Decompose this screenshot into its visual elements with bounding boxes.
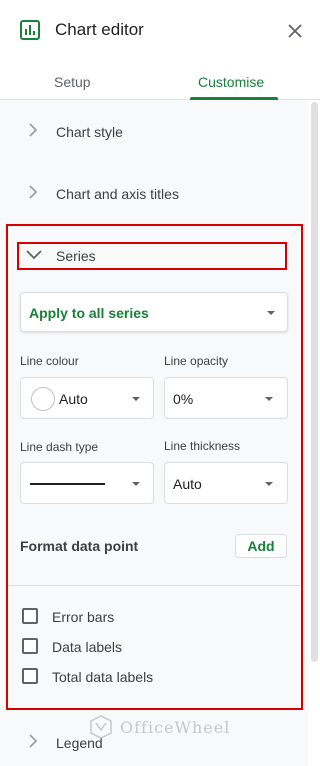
section-label: Chart and axis titles — [56, 186, 179, 202]
checkbox-label: Error bars — [52, 609, 115, 625]
line-dash-type-select[interactable] — [20, 462, 154, 504]
error-bars-option[interactable]: Error bars — [20, 607, 220, 627]
add-data-point-button[interactable]: Add — [235, 534, 287, 558]
chart-editor-header: Chart editor — [0, 0, 320, 62]
line-colour-select[interactable]: Auto — [20, 377, 154, 419]
chevron-right-icon — [29, 185, 38, 199]
section-label: Series — [56, 248, 96, 264]
divider — [8, 585, 300, 586]
tab-setup[interactable]: Setup — [54, 74, 91, 90]
dropdown-caret-icon — [265, 397, 273, 401]
apply-series-select[interactable]: Apply to all series — [20, 292, 288, 332]
scrollbar[interactable] — [311, 102, 318, 662]
line-thickness-select[interactable]: Auto — [164, 462, 288, 504]
close-button[interactable] — [284, 20, 306, 42]
apply-series-value: Apply to all series — [29, 305, 149, 321]
checkbox-label: Data labels — [52, 639, 123, 655]
line-dash-type-label: Line dash type — [20, 440, 99, 454]
checkbox[interactable] — [22, 608, 38, 624]
chevron-down-icon — [26, 250, 42, 260]
format-data-point-label: Format data point — [20, 538, 139, 554]
dropdown-caret-icon — [132, 397, 140, 401]
line-opacity-select[interactable]: 0% — [164, 377, 288, 419]
chevron-right-icon — [29, 123, 38, 137]
line-colour-label: Line colour — [20, 354, 79, 368]
solid-line-icon — [30, 483, 105, 485]
officewheel-logo-icon — [90, 715, 112, 739]
chevron-right-icon — [29, 734, 38, 748]
data-labels-option[interactable]: Data labels — [20, 637, 220, 657]
officewheel-watermark: OfficeWheel — [88, 712, 230, 742]
line-opacity-label: Line opacity — [164, 354, 229, 368]
chart-editor-icon — [20, 20, 40, 40]
line-thickness-label: Line thickness — [164, 439, 241, 453]
section-series[interactable]: Series — [20, 244, 286, 268]
line-colour-value: Auto — [59, 391, 88, 407]
checkbox[interactable] — [22, 638, 38, 654]
panel-title: Chart editor — [55, 20, 144, 39]
total-data-labels-option[interactable]: Total data labels — [20, 667, 220, 687]
close-icon — [288, 24, 302, 38]
checkbox[interactable] — [22, 668, 38, 684]
section-chart-style[interactable]: Chart style — [0, 107, 308, 157]
tab-bar: Setup Customise — [0, 62, 320, 100]
line-opacity-value: 0% — [173, 391, 194, 407]
checkbox-label: Total data labels — [52, 669, 154, 685]
dropdown-caret-icon — [267, 311, 275, 315]
colour-swatch-icon — [31, 387, 55, 411]
section-chart-axis-titles[interactable]: Chart and axis titles — [0, 169, 308, 219]
tab-customise[interactable]: Customise — [198, 74, 264, 90]
dropdown-caret-icon — [265, 482, 273, 486]
watermark-text: OfficeWheel — [120, 717, 231, 737]
section-label: Chart style — [56, 124, 123, 140]
line-thickness-value: Auto — [173, 476, 202, 492]
dropdown-caret-icon — [132, 482, 140, 486]
